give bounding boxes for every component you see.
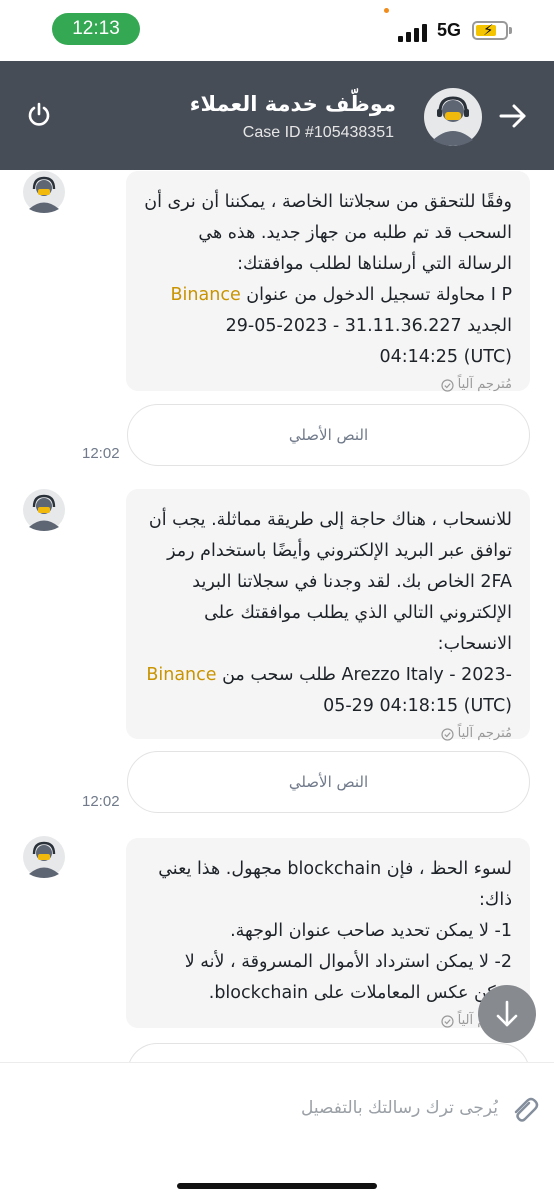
message-brand-line: Binance طلب سحب من Arezzo Italy - 2023-0… — [144, 660, 512, 722]
check-circle-icon — [441, 727, 454, 741]
scroll-to-bottom-button[interactable] — [478, 985, 536, 1043]
message-brand-line: Binance محاولة تسجيل الدخول من عنوان I P… — [144, 280, 512, 373]
status-time: 12:13 — [52, 13, 140, 45]
message-text: للانسحاب ، هناك حاجة إلى طريقة مماثلة. ي… — [148, 510, 512, 654]
recording-dot — [384, 8, 389, 13]
check-circle-icon — [441, 378, 454, 392]
agent-avatar — [23, 171, 65, 213]
agent-avatar — [23, 836, 65, 878]
agent-title: موظّف خدمة العملاء — [189, 92, 396, 116]
arrow-right-icon[interactable] — [498, 101, 528, 131]
message-text: 1- لا يمكن تحديد صاحب عنوان الوجهة. — [230, 921, 512, 941]
agent-avatar — [424, 88, 482, 146]
message-timestamp: 12:02 — [82, 793, 120, 810]
message-timestamp: 12:02 — [82, 445, 120, 462]
message-input[interactable] — [20, 1086, 498, 1130]
home-indicator — [177, 1183, 377, 1189]
translated-text: مُترجم آلياً — [457, 377, 512, 392]
translated-label: مُترجم آلياً — [144, 377, 512, 393]
translated-label: مُترجم آلياً — [144, 1013, 512, 1029]
message-text: 2- لا يمكن استرداد الأموال المسروقة ، لأ… — [184, 952, 512, 1003]
message-bubble: لسوء الحظ ، فإن blockchain مجهول. هذا يع… — [126, 838, 530, 1028]
network-type: 5G — [437, 20, 462, 40]
brand-name: Binance — [146, 665, 217, 685]
original-text-button[interactable]: النص الأصلي — [127, 751, 530, 813]
message-text: محاولة تسجيل الدخول من عنوان I P الجديد … — [225, 285, 512, 367]
translated-label: مُترجم آلياً — [144, 726, 512, 742]
paperclip-icon[interactable] — [508, 1094, 540, 1126]
signal-icon — [398, 24, 430, 42]
message-text: لسوء الحظ ، فإن blockchain مجهول. هذا يع… — [158, 859, 512, 910]
battery-icon: ⚡ — [472, 21, 512, 40]
case-id: Case ID #105438351 — [242, 124, 394, 141]
power-icon[interactable] — [26, 102, 52, 128]
arrow-down-icon — [496, 1000, 518, 1027]
brand-name: Binance — [170, 285, 241, 305]
translated-text: مُترجم آلياً — [457, 726, 512, 741]
message-bubble: للانسحاب ، هناك حاجة إلى طريقة مماثلة. ي… — [126, 489, 530, 742]
agent-avatar — [23, 489, 65, 531]
message-text: وفقًا للتحقق من سجلاتنا الخاصة ، يمكننا … — [144, 192, 512, 274]
check-circle-icon — [441, 1014, 454, 1028]
message-text: طلب سحب من Arezzo Italy - 2023-05-29 04:… — [216, 665, 512, 716]
original-text-button[interactable]: النص الأصلي — [127, 404, 530, 466]
message-bubble: وفقًا للتحقق من سجلاتنا الخاصة ، يمكننا … — [126, 171, 530, 393]
message-input-bar — [0, 1062, 554, 1200]
status-bar: 12:13 5G ⚡ — [0, 0, 554, 60]
